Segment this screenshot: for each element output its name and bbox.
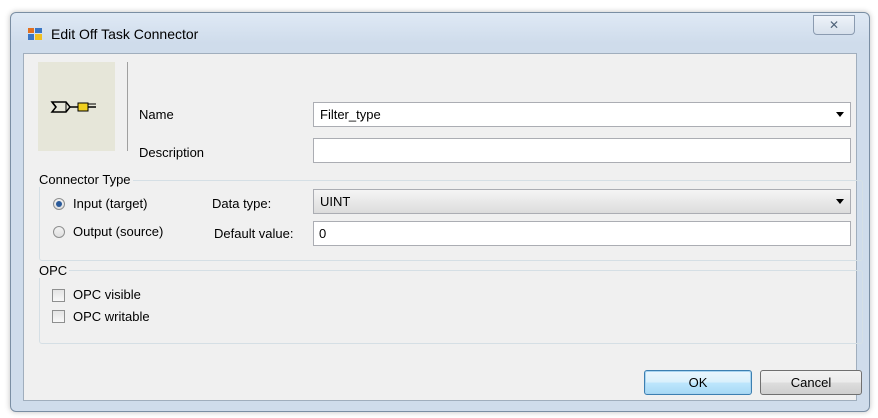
opc-visible-label[interactable]: OPC visible [73,287,141,302]
opc-writable-label[interactable]: OPC writable [73,309,150,324]
opc-title: OPC [37,263,70,278]
data-type-label: Data type: [212,196,272,211]
output-radio[interactable] [53,226,65,238]
opc-group [39,270,863,344]
output-radio-label[interactable]: Output (source) [73,224,163,239]
input-radio-label[interactable]: Input (target) [73,196,147,211]
input-radio[interactable] [53,198,65,210]
opc-visible-checkbox[interactable] [52,289,65,302]
ok-button[interactable]: OK [644,370,752,395]
name-value: Filter_type [320,107,381,122]
default-value-field[interactable]: 0 [313,221,851,246]
chevron-down-icon[interactable] [836,112,844,117]
name-combobox[interactable]: Filter_type [313,102,851,127]
name-label: Name [139,107,174,122]
title-bar: Edit Off Task Connector ✕ [11,13,869,53]
window-title: Edit Off Task Connector [51,26,199,42]
chevron-down-icon[interactable] [836,199,844,204]
description-field[interactable] [313,138,851,163]
connector-type-title: Connector Type [37,172,133,187]
data-type-value: UINT [320,194,351,209]
off-task-connector-icon [38,62,115,151]
description-label: Description [139,145,205,160]
opc-writable-checkbox[interactable] [52,310,65,323]
data-type-combobox[interactable]: UINT [313,189,851,214]
close-button[interactable]: ✕ [813,15,855,35]
close-icon: ✕ [828,18,840,32]
default-value-label: Default value: [214,226,294,241]
vertical-separator [127,62,128,151]
cancel-button[interactable]: Cancel [760,370,862,395]
dialog-app-icon [27,26,43,42]
